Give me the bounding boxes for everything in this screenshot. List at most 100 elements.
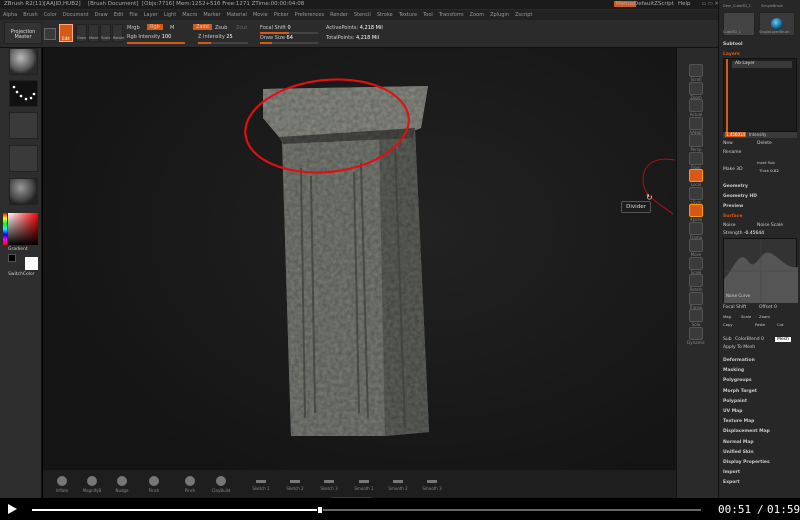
menu-item-file[interactable]: File — [126, 10, 140, 18]
shelf-rotate-icon[interactable] — [689, 274, 703, 287]
tool-menu-texture-map[interactable]: Texture Map — [723, 419, 754, 424]
colorblend-label[interactable]: ColorBlend 0 — [735, 337, 764, 342]
menu-item-marker[interactable]: Marker — [200, 10, 223, 18]
menu-item-stencil[interactable]: Stencil — [351, 10, 374, 18]
shelf-actual-icon[interactable] — [689, 99, 703, 112]
zadd-button[interactable]: Zadd — [193, 24, 212, 30]
brush-thumbnail[interactable] — [9, 48, 38, 75]
brush-pinch[interactable]: Pinch — [179, 476, 201, 493]
mesh-toggle[interactable]: Mesh — [775, 337, 791, 342]
texture-thumbnail[interactable] — [9, 145, 38, 172]
brush-sketch-2[interactable]: Sketch 2 — [284, 476, 306, 491]
offset-label[interactable]: Offset 0 — [759, 305, 777, 310]
projection-master-button[interactable]: Projection Master — [4, 22, 42, 44]
hue-strip[interactable] — [3, 213, 7, 245]
focal-shift-right[interactable]: Focal Shift — [723, 305, 746, 310]
brush-magnifyb[interactable]: MagnifyB — [81, 476, 103, 493]
tool-menu-polypaint[interactable]: Polypaint — [723, 399, 747, 404]
noise-curve-editor[interactable]: Noise Curve — [723, 238, 798, 303]
tool-menu-displacement-map[interactable]: Displacement Map — [723, 429, 770, 434]
shelf-lsym-icon[interactable] — [689, 186, 703, 200]
menu-item-tool[interactable]: Tool — [420, 10, 436, 18]
tool-menu-import[interactable]: Import — [723, 470, 740, 475]
menus-button[interactable]: Menus — [614, 1, 636, 7]
draw-button[interactable]: Draw — [76, 24, 87, 42]
surface-menu[interactable]: Surface — [723, 214, 742, 219]
paste-button[interactable]: Paste — [755, 322, 765, 327]
menu-item-document[interactable]: Document — [60, 10, 92, 18]
zcut-button[interactable]: Zcut — [236, 25, 247, 31]
shelf-aahalf-icon[interactable] — [689, 116, 703, 130]
layers-menu[interactable]: Layers — [723, 52, 740, 57]
menu-item-macro[interactable]: Macro — [179, 10, 200, 18]
material-thumbnail[interactable] — [9, 178, 38, 205]
menu-item-zoom[interactable]: Zoom — [467, 10, 487, 18]
sub-button[interactable]: Sub — [723, 337, 732, 342]
shelf-xpose-icon[interactable] — [689, 204, 703, 217]
shelf-transp-icon[interactable] — [689, 291, 703, 305]
menu-item-zplugin[interactable]: Zplugin — [487, 10, 512, 18]
rgb-intensity-slider[interactable] — [127, 42, 185, 44]
gradient-label[interactable]: Gradient — [8, 247, 28, 252]
edit-button[interactable]: Edit — [59, 24, 73, 42]
brush-nudge[interactable]: Nudge — [111, 476, 133, 493]
shelf-floor-icon[interactable] — [689, 151, 703, 165]
apply-to-mesh-button[interactable]: Apply To Mesh — [723, 345, 755, 350]
stroke-thumbnail[interactable] — [9, 80, 38, 107]
layers-list[interactable]: Ab Layer — [723, 58, 797, 133]
shelf-solo-icon[interactable] — [689, 309, 703, 322]
shelf-scroll-icon[interactable] — [689, 64, 703, 77]
tool-menu-display-properties[interactable]: Display Properties — [723, 460, 770, 465]
scale-button[interactable]: Scale — [100, 24, 111, 42]
m-label[interactable]: M — [170, 25, 174, 31]
help-button[interactable]: Help — [678, 1, 691, 7]
main-color[interactable] — [25, 257, 38, 270]
draw-size-slider[interactable] — [260, 42, 318, 44]
menu-item-preferences[interactable]: Preferences — [292, 10, 327, 18]
brush-inflate[interactable]: Inflate — [51, 476, 73, 493]
geometry-menu[interactable]: Geometry — [723, 184, 748, 189]
noise-scale-label[interactable]: Noise Scale — [757, 223, 783, 228]
tool-menu-morph-target[interactable]: Morph Target — [723, 389, 757, 394]
shelf-dynamic-icon[interactable] — [689, 326, 703, 340]
z-intensity-slider[interactable] — [198, 42, 248, 44]
shelf-persp-icon[interactable] — [689, 134, 703, 147]
zsub-button[interactable]: Zsub — [215, 25, 227, 31]
preview-menu[interactable]: Preview — [723, 204, 743, 209]
rgb-button[interactable]: Rgb — [147, 24, 163, 30]
move-button[interactable]: Move — [88, 24, 99, 42]
cut-button[interactable]: Cut — [777, 322, 784, 327]
layer-row[interactable]: Ab Layer — [732, 61, 792, 68]
zoom-label[interactable]: Zoom — [759, 314, 770, 319]
menu-item-material[interactable]: Material — [224, 10, 250, 18]
shelf-frame-icon[interactable] — [689, 221, 703, 235]
brush-smooth-3[interactable]: Smooth 3 — [421, 476, 443, 491]
shelf-scale-icon[interactable] — [689, 256, 703, 270]
tool-menu-normal-map[interactable]: Normal Map — [723, 440, 754, 445]
color-picker[interactable] — [8, 213, 38, 245]
tool-menu-unified-skin[interactable]: Unified Skin — [723, 450, 754, 455]
menu-item-texture[interactable]: Texture — [396, 10, 420, 18]
menu-item-render[interactable]: Render — [327, 10, 351, 18]
tool-square-icon[interactable] — [44, 28, 56, 40]
copy-button[interactable]: Copy — [723, 322, 733, 327]
brush-pinch[interactable]: Pinch — [143, 476, 165, 493]
menu-item-transform[interactable]: Transform — [436, 10, 467, 18]
menu-item-draw[interactable]: Draw — [92, 10, 111, 18]
switch-color-label[interactable]: SwitchColor — [8, 272, 35, 277]
tool-menu-polygroups[interactable]: Polygroups — [723, 378, 752, 383]
menu-item-edit[interactable]: Edit — [111, 10, 127, 18]
tool-menu-masking[interactable]: Masking — [723, 368, 744, 373]
menu-item-alpha[interactable]: Alpha — [0, 10, 20, 18]
brush-smooth-1[interactable]: Smooth 1 — [353, 476, 375, 491]
noise-button[interactable]: Noise — [723, 223, 735, 228]
alpha-thumbnail[interactable] — [9, 112, 38, 139]
canvas-viewport[interactable]: Divider ↻ — [43, 48, 676, 498]
tool-menu-uv-map[interactable]: UV Map — [723, 409, 742, 414]
strength-label[interactable]: Strength -0.45644 — [723, 231, 764, 236]
geometry-hd-menu[interactable]: Geometry HD — [723, 194, 757, 199]
brush-claybuild[interactable]: ClayBuild — [210, 476, 232, 493]
menu-item-light[interactable]: Light — [161, 10, 179, 18]
rotate-button[interactable]: Rotate — [112, 24, 124, 42]
shelf-move-icon[interactable] — [689, 239, 703, 252]
